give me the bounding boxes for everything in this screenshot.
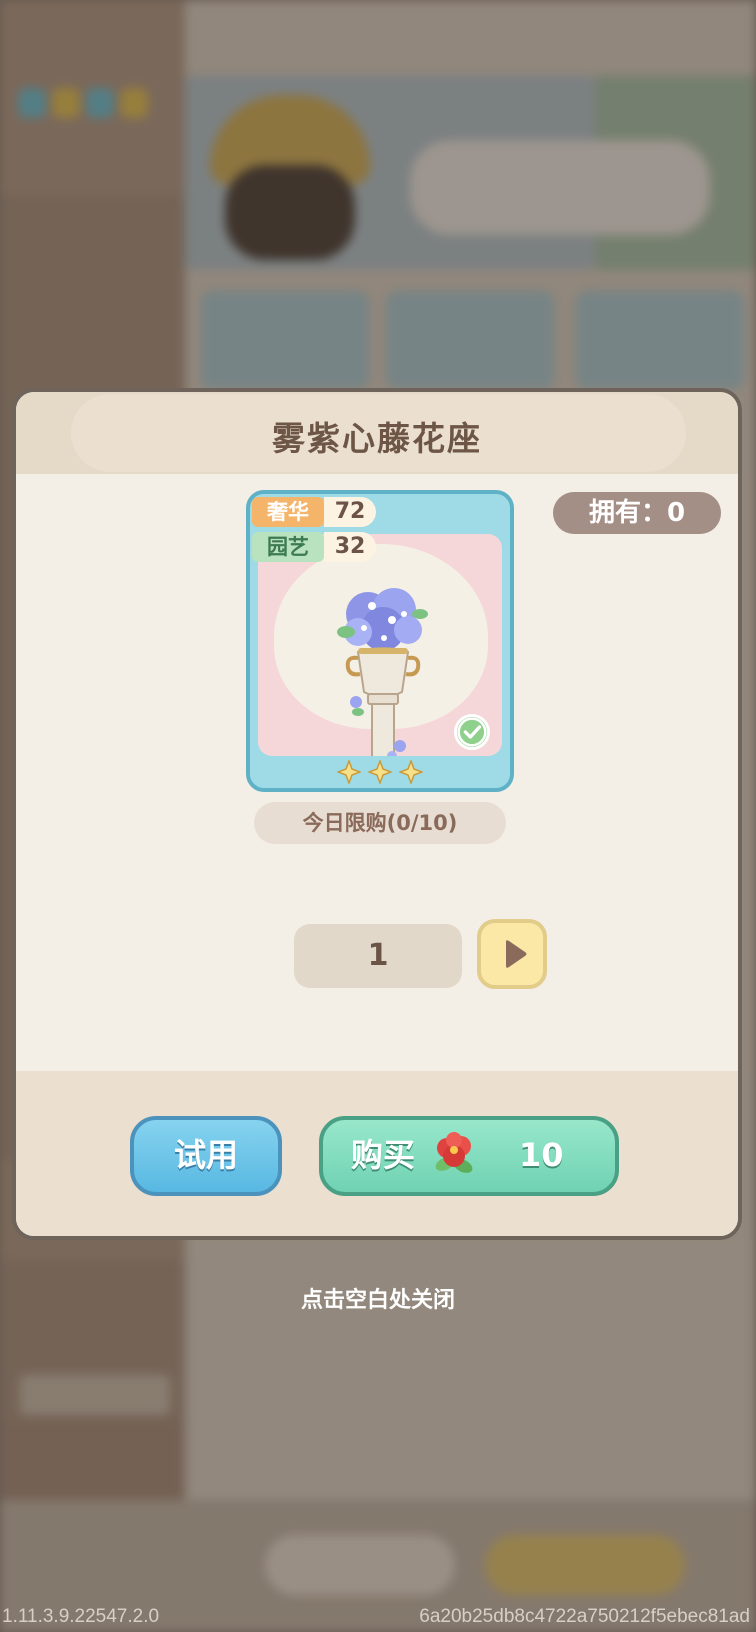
- luxury-stat-label: 奢华: [252, 497, 324, 527]
- quantity-field[interactable]: 1: [294, 924, 462, 988]
- luxury-stat-value: 72: [324, 497, 376, 527]
- quantity-increase-button[interactable]: [477, 919, 547, 989]
- buy-button[interactable]: 购买 10: [319, 1116, 619, 1196]
- buy-button-label: 购买: [351, 1136, 416, 1174]
- star-icon: [336, 760, 361, 784]
- star-icon: [399, 760, 424, 784]
- flower-stand-illustration: [337, 588, 428, 756]
- gardening-stat: 园艺 32: [252, 531, 376, 563]
- dialog-header: 雾紫心藤花座: [16, 392, 738, 474]
- gardening-stat-value: 32: [324, 532, 376, 562]
- daily-limit-label: 今日限购(0/10): [254, 802, 506, 844]
- try-button[interactable]: 试用: [130, 1116, 282, 1196]
- buy-price: 10: [519, 1136, 564, 1174]
- star-icon: [368, 760, 392, 784]
- luxury-stat: 奢华 72: [252, 496, 376, 528]
- build-hash-label: 6a20b25db8c4722a750212f5ebec81ad: [419, 1606, 750, 1627]
- rarity-stars: [250, 760, 510, 788]
- version-label: 1.11.3.9.22547.2.0: [2, 1606, 160, 1627]
- red-camellia-icon: [435, 1132, 473, 1173]
- item-preview: [258, 534, 502, 756]
- item-purchase-dialog: 雾紫心藤花座 拥有：0 奢华 72 园艺 32 今日限购(0/10) 1 试用 …: [12, 388, 742, 1240]
- check-icon: [454, 714, 490, 750]
- gardening-stat-label: 园艺: [252, 532, 324, 562]
- item-card[interactable]: 奢华 72 园艺 32: [246, 490, 514, 792]
- close-hint: 点击空白处关闭: [300, 1288, 455, 1313]
- owned-count-badge: 拥有：0: [553, 492, 721, 534]
- dialog-title: 雾紫心藤花座: [272, 419, 482, 458]
- play-arrow-icon: [506, 940, 527, 968]
